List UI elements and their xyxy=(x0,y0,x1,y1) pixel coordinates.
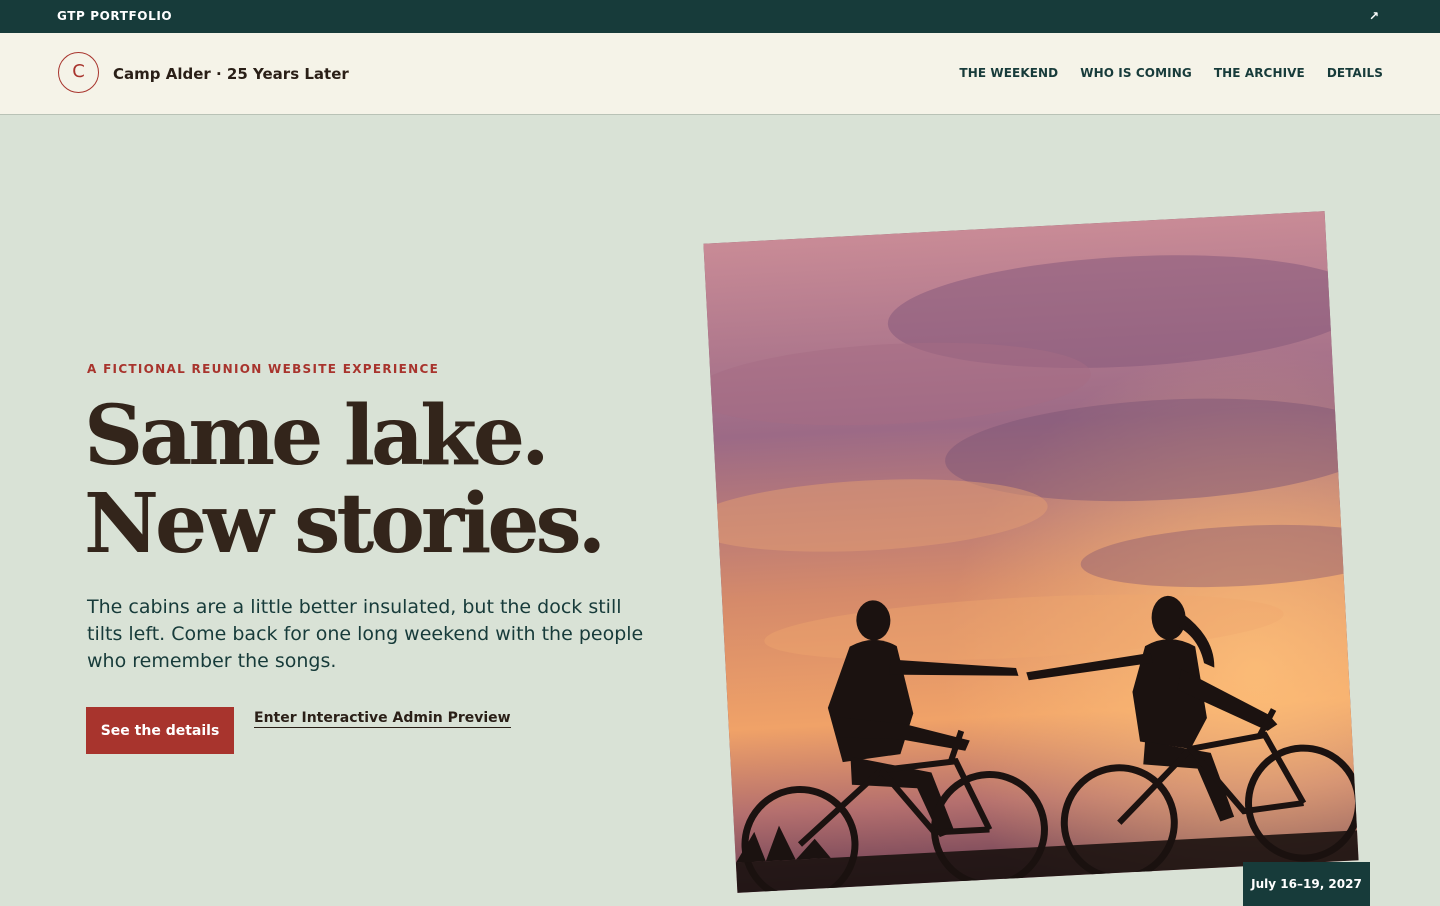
portfolio-brand[interactable]: GTP PORTFOLIO xyxy=(57,9,172,23)
admin-preview-link[interactable]: Enter Interactive Admin Preview xyxy=(254,710,511,728)
event-date-badge: July 16–19, 2027 xyxy=(1243,862,1370,906)
logo-badge[interactable]: C xyxy=(58,52,99,93)
external-link-icon[interactable]: ↗ xyxy=(1366,6,1382,26)
portfolio-bar: GTP PORTFOLIO ↗ xyxy=(0,0,1440,33)
headline-line-1: Same lake. xyxy=(84,388,550,484)
hero-eyebrow: A FICTIONAL REUNION WEBSITE EXPERIENCE xyxy=(87,362,440,376)
nav-link-who-is-coming[interactable]: WHO IS COMING xyxy=(1080,66,1192,80)
nav-link-the-weekend[interactable]: THE WEEKEND xyxy=(959,66,1058,80)
sunset-cyclists-image xyxy=(703,211,1359,893)
site-title[interactable]: Camp Alder · 25 Years Later xyxy=(113,65,349,83)
nav-link-the-archive[interactable]: THE ARCHIVE xyxy=(1214,66,1305,80)
headline-line-2: New stories. xyxy=(84,476,606,572)
hero-headline: Same lake. New stories. xyxy=(84,388,606,572)
nav-link-details[interactable]: DETAILS xyxy=(1327,66,1383,80)
hero-photo xyxy=(703,211,1359,893)
site-header: C Camp Alder · 25 Years Later THE WEEKEN… xyxy=(0,33,1440,115)
main-nav: THE WEEKEND WHO IS COMING THE ARCHIVE DE… xyxy=(959,66,1383,80)
see-details-button[interactable]: See the details xyxy=(86,707,234,754)
hero-lede: The cabins are a little better insulated… xyxy=(87,596,644,672)
